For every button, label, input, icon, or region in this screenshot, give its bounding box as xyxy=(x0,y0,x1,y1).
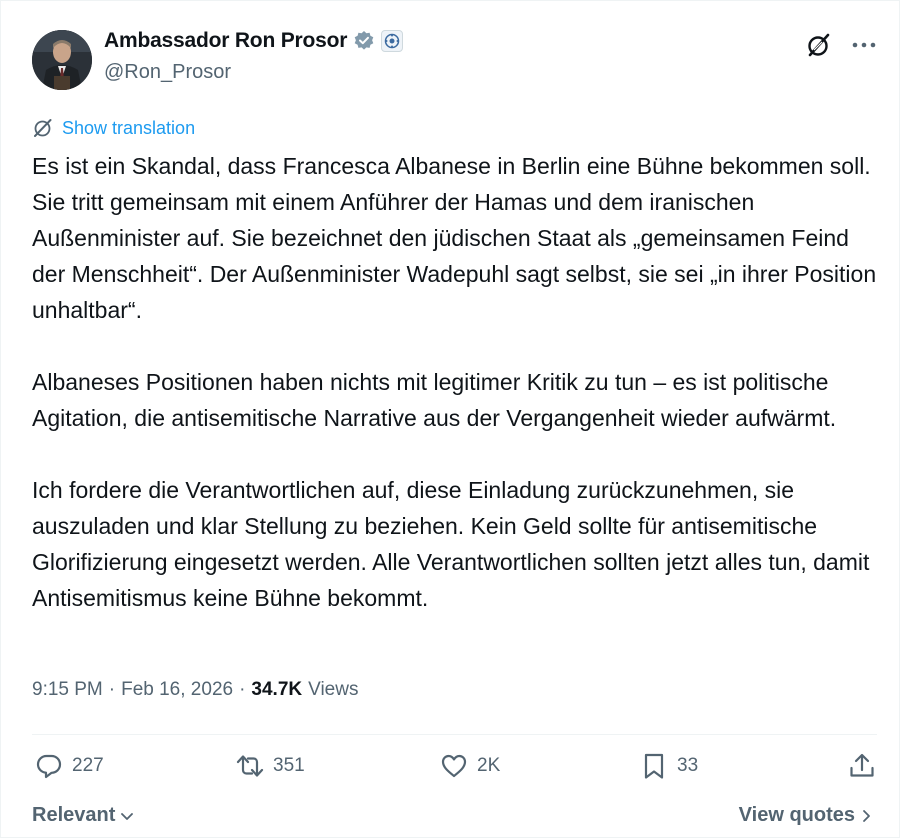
meta-separator: · xyxy=(239,679,246,700)
reply-icon xyxy=(36,754,62,779)
heart-icon xyxy=(441,754,467,778)
tweet-card: Ambassador Ron Prosor @Ron_Prosor Show t… xyxy=(0,0,900,838)
reply-count: 227 xyxy=(72,755,104,776)
bookmark-icon xyxy=(644,753,664,779)
views-count[interactable]: 34.7K xyxy=(251,679,302,701)
top-actions xyxy=(805,31,877,59)
grok-translate-icon xyxy=(34,119,52,137)
show-translation-link[interactable]: Show translation xyxy=(32,117,195,139)
more-options-icon[interactable] xyxy=(851,31,877,59)
view-quotes-label: View quotes xyxy=(738,804,855,826)
tweet-paragraph: Albaneses Positionen haben nichts mit le… xyxy=(32,369,837,431)
tweet-time[interactable]: 9:15 PM xyxy=(32,679,103,701)
tweet-date[interactable]: Feb 16, 2026 xyxy=(121,679,233,701)
views-label[interactable]: Views xyxy=(308,679,358,701)
share-button[interactable] xyxy=(847,751,877,781)
tweet-text: Es ist ein Skandal, dass Francesca Alban… xyxy=(32,148,882,616)
view-quotes-link[interactable]: View quotes xyxy=(739,804,873,827)
divider xyxy=(32,734,877,735)
like-count: 2K xyxy=(477,755,501,776)
author-handle[interactable]: @Ron_Prosor xyxy=(104,61,231,84)
repost-count: 351 xyxy=(273,755,305,776)
tweet-meta: 9:15 PM · Feb 16, 2026 · 34.7K Views xyxy=(32,679,358,701)
chevron-down-icon xyxy=(121,812,134,820)
author-display-name[interactable]: Ambassador Ron Prosor xyxy=(104,29,347,53)
avatar[interactable] xyxy=(32,30,92,90)
bookmark-button[interactable]: 33 xyxy=(639,751,698,781)
show-translation-label: Show translation xyxy=(62,117,196,138)
bookmark-count: 33 xyxy=(677,755,699,776)
sort-replies-dropdown[interactable]: Relevant xyxy=(32,804,135,827)
like-button[interactable]: 2K xyxy=(439,751,500,781)
government-affiliation-icon[interactable] xyxy=(381,30,404,52)
profile-photo-icon xyxy=(32,30,92,90)
repost-button[interactable]: 351 xyxy=(235,751,305,781)
author-name-row: Ambassador Ron Prosor xyxy=(104,29,404,53)
reply-button[interactable]: 227 xyxy=(34,751,104,781)
tweet-paragraph: Ich fordere die Verantwortlichen auf, di… xyxy=(32,477,870,611)
sort-label: Relevant xyxy=(32,804,116,826)
action-bar: 227 351 2K 33 xyxy=(32,751,877,791)
meta-separator: · xyxy=(108,679,116,700)
verified-badge-icon[interactable] xyxy=(353,30,375,52)
chevron-right-icon xyxy=(863,809,870,822)
repost-icon xyxy=(236,755,264,777)
tweet-paragraph: Es ist ein Skandal, dass Francesca Alban… xyxy=(32,153,877,323)
share-icon xyxy=(850,753,874,777)
grok-icon[interactable] xyxy=(805,31,833,59)
